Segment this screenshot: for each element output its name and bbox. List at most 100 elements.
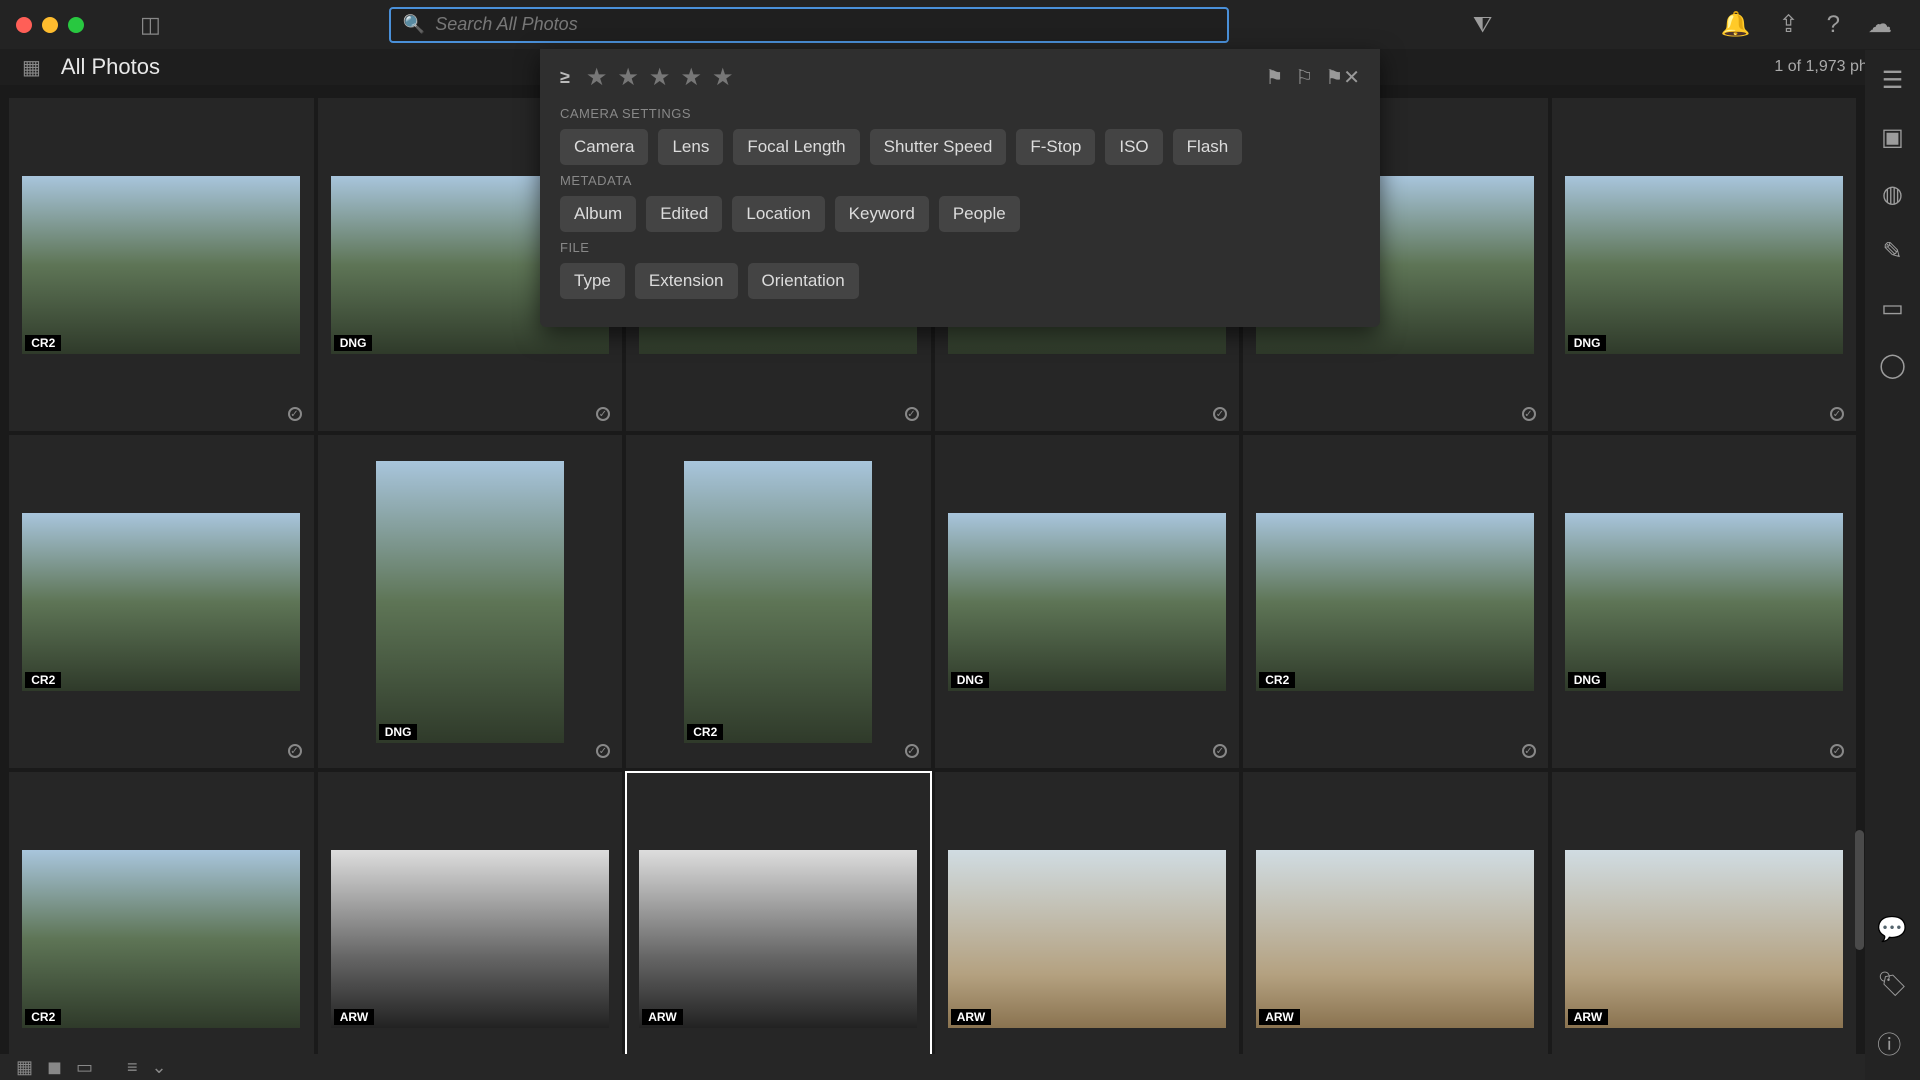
- photo-thumbnail: ARW: [948, 850, 1226, 1028]
- flag-unflagged-icon[interactable]: ⚐: [1295, 65, 1313, 90]
- minimize-window[interactable]: [42, 17, 58, 33]
- photo-thumbnail: ARW: [1256, 850, 1534, 1028]
- sync-status-icon: ✓: [905, 407, 919, 421]
- photo-cell[interactable]: CR2 ✓: [8, 434, 315, 769]
- view-detail-icon[interactable]: ▭: [76, 1057, 93, 1078]
- flag-rejected-icon[interactable]: ⚑✕: [1325, 65, 1360, 90]
- format-badge: DNG: [1568, 335, 1607, 351]
- photo-cell[interactable]: ARW✓: [1551, 771, 1858, 1054]
- title-bar-actions: 🔔 ⇪ ? ☁: [1721, 10, 1904, 39]
- photo-cell[interactable]: DNG ✓: [934, 434, 1241, 769]
- view-square-icon[interactable]: ◼: [47, 1057, 62, 1078]
- photo-thumbnail: CR2: [22, 513, 300, 691]
- help-icon[interactable]: ?: [1827, 11, 1840, 39]
- format-badge: CR2: [25, 1009, 61, 1025]
- grid-indicator-icon[interactable]: ▦: [22, 55, 41, 80]
- format-badge: DNG: [334, 335, 373, 351]
- photo-cell[interactable]: DNG✓: [1551, 97, 1858, 432]
- cloud-sync-icon[interactable]: ☁: [1868, 10, 1892, 39]
- maximize-window[interactable]: [68, 17, 84, 33]
- filter-chip[interactable]: Shutter Speed: [870, 129, 1007, 165]
- star-2[interactable]: ★: [617, 63, 639, 92]
- sync-status-icon: ✓: [1213, 407, 1227, 421]
- filter-chip[interactable]: ISO: [1105, 129, 1162, 165]
- window-controls: [16, 17, 84, 33]
- sync-status-icon: ✓: [288, 407, 302, 421]
- format-badge: DNG: [379, 724, 418, 740]
- filter-chip[interactable]: Focal Length: [733, 129, 859, 165]
- notifications-icon[interactable]: 🔔: [1721, 10, 1751, 39]
- scrollbar[interactable]: [1855, 830, 1864, 950]
- filter-chip[interactable]: People: [939, 196, 1020, 232]
- adjust-panel-icon[interactable]: ☰: [1882, 66, 1904, 95]
- photo-cell[interactable]: ARW✓: [1242, 771, 1549, 1054]
- photo-cell[interactable]: CR2⚙✓: [8, 771, 315, 1054]
- sync-status-icon: ✓: [1213, 744, 1227, 758]
- photo-thumbnail: CR2: [22, 850, 300, 1028]
- format-badge: ARW: [1259, 1009, 1299, 1025]
- filter-icon[interactable]: ⧨: [1473, 12, 1493, 38]
- filter-chip[interactable]: F-Stop: [1016, 129, 1095, 165]
- filter-chip[interactable]: Lens: [658, 129, 723, 165]
- sync-status-icon: ✓: [1522, 744, 1536, 758]
- filter-chip[interactable]: Camera: [560, 129, 648, 165]
- search-input[interactable]: [435, 14, 1215, 35]
- photo-cell[interactable]: ARW✓: [934, 771, 1241, 1054]
- filter-chip[interactable]: Edited: [646, 196, 722, 232]
- sync-status-icon: ✓: [596, 407, 610, 421]
- photo-cell[interactable]: ARW✓: [317, 771, 624, 1054]
- photo-thumbnail: CR2: [1256, 513, 1534, 691]
- share-icon[interactable]: ⇪: [1779, 10, 1799, 39]
- star-4[interactable]: ★: [680, 63, 702, 92]
- bottom-bar: ▦ ◼ ▭ ≡ ⌄: [0, 1054, 1865, 1080]
- filter-chip[interactable]: Orientation: [748, 263, 859, 299]
- photo-thumbnail: DNG: [1565, 176, 1843, 354]
- sync-status-icon: ✓: [288, 744, 302, 758]
- filter-chip[interactable]: Location: [732, 196, 824, 232]
- comments-icon[interactable]: 💬: [1877, 915, 1907, 944]
- star-1[interactable]: ★: [586, 63, 608, 92]
- photo-cell[interactable]: CR2 ✓: [1242, 434, 1549, 769]
- filter-section-label: CAMERA SETTINGS: [560, 106, 1360, 121]
- linear-gradient-icon[interactable]: ▭: [1881, 294, 1904, 323]
- search-icon: 🔍: [403, 14, 425, 35]
- filter-chip[interactable]: Type: [560, 263, 625, 299]
- flag-picked-icon[interactable]: ⚑: [1265, 65, 1283, 90]
- close-window[interactable]: [16, 17, 32, 33]
- photo-thumbnail: DNG: [948, 513, 1226, 691]
- view-photogrid-icon[interactable]: ▦: [16, 1057, 33, 1078]
- filter-chip[interactable]: Album: [560, 196, 636, 232]
- photo-cell[interactable]: ARW⚙✓: [625, 771, 932, 1054]
- photo-cell[interactable]: DNG✓: [1551, 434, 1858, 769]
- healing-panel-icon[interactable]: ◍: [1882, 180, 1903, 209]
- photo-cell[interactable]: CR2 ✓: [8, 97, 315, 432]
- format-badge: ARW: [642, 1009, 682, 1025]
- photo-thumbnail: DNG: [1565, 513, 1843, 691]
- photo-cell[interactable]: CR2✓: [625, 434, 932, 769]
- format-badge: CR2: [1259, 672, 1295, 688]
- filter-chip[interactable]: Keyword: [835, 196, 929, 232]
- filter-section-label: FILE: [560, 240, 1360, 255]
- radial-gradient-icon[interactable]: ◯: [1879, 351, 1906, 380]
- brush-panel-icon[interactable]: ✎: [1882, 237, 1902, 266]
- sort-icon[interactable]: ≡: [127, 1057, 138, 1078]
- filter-chip[interactable]: Extension: [635, 263, 738, 299]
- search-box[interactable]: 🔍: [389, 7, 1229, 43]
- search-dropdown: ≥ ★ ★ ★ ★ ★ ⚑ ⚐ ⚑✕ CAMERA SETTINGS Camera…: [540, 49, 1380, 327]
- info-icon[interactable]: ⓘ: [1877, 1025, 1907, 1060]
- sort-direction-icon[interactable]: ⌄: [152, 1057, 167, 1078]
- panel-toggle-icon[interactable]: ◫: [140, 12, 161, 38]
- photo-cell[interactable]: DNG ✓: [317, 434, 624, 769]
- format-badge: ARW: [951, 1009, 991, 1025]
- sync-status-icon: ✓: [596, 744, 610, 758]
- keywords-icon[interactable]: 🏷: [1877, 970, 1907, 999]
- star-5[interactable]: ★: [712, 63, 734, 92]
- page-title: All Photos: [61, 54, 160, 80]
- photo-thumbnail: CR2: [22, 176, 300, 354]
- photo-thumbnail: ARW: [331, 850, 609, 1028]
- crop-panel-icon[interactable]: ▣: [1881, 123, 1904, 152]
- format-badge: DNG: [1568, 672, 1607, 688]
- filter-chip[interactable]: Flash: [1173, 129, 1243, 165]
- star-3[interactable]: ★: [649, 63, 671, 92]
- rating-gte[interactable]: ≥: [560, 67, 570, 88]
